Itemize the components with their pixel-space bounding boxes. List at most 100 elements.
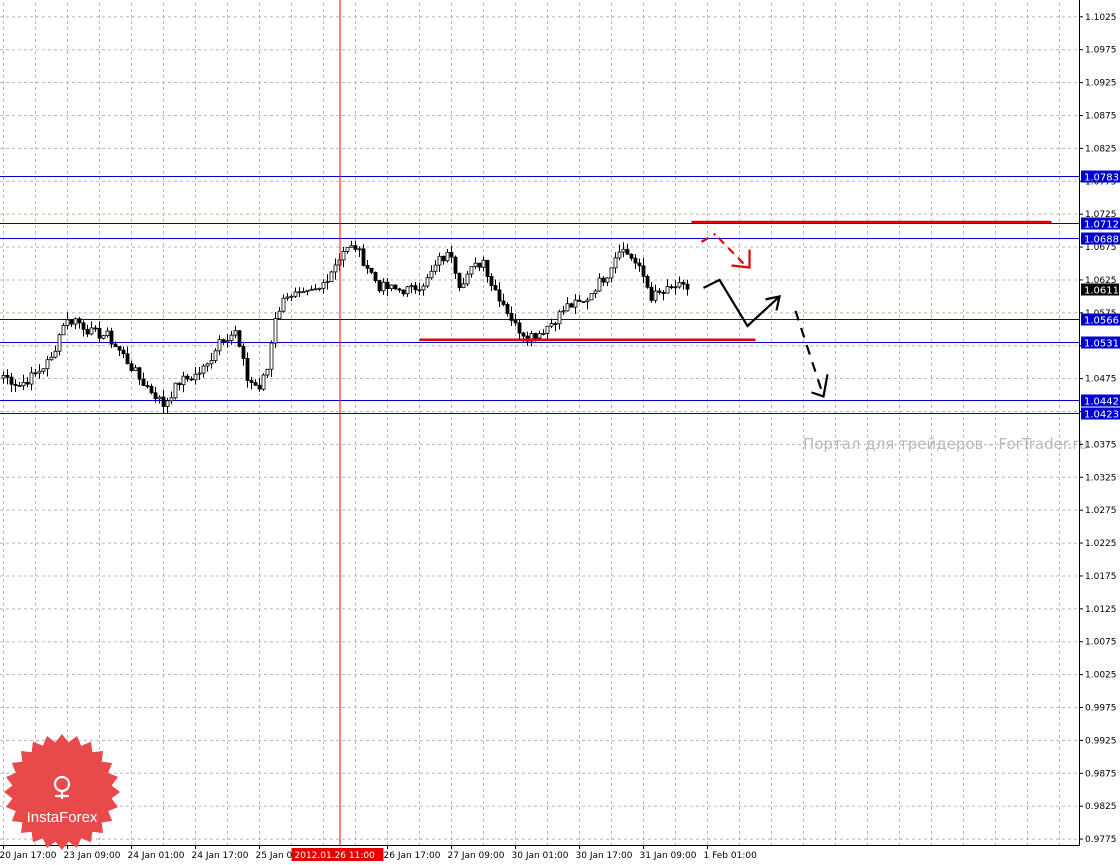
y-tick-label: 0.9775 bbox=[1085, 835, 1117, 845]
y-tick-label: 0.9825 bbox=[1085, 802, 1117, 812]
candle-body bbox=[541, 332, 546, 335]
candle-body bbox=[5, 375, 10, 378]
candle-body bbox=[405, 286, 410, 295]
candle-body bbox=[381, 281, 386, 292]
candle-body bbox=[329, 271, 334, 283]
candle-body bbox=[33, 372, 38, 375]
candle-body bbox=[621, 248, 626, 253]
y-tick-label: 1.0325 bbox=[1085, 473, 1117, 483]
candle-body bbox=[289, 295, 294, 298]
y-tick-label: 0.9975 bbox=[1085, 704, 1117, 714]
candle-body bbox=[353, 245, 358, 250]
candle-body bbox=[393, 284, 398, 290]
candle-body bbox=[317, 287, 322, 290]
candle-body bbox=[81, 322, 86, 330]
candle-body bbox=[345, 246, 350, 252]
candle-body bbox=[109, 330, 114, 345]
candle-body bbox=[469, 266, 474, 275]
instaforex-logo: InstaForex bbox=[4, 734, 120, 850]
candle-body bbox=[21, 381, 26, 387]
y-tick-label: 1.0825 bbox=[1085, 144, 1117, 154]
candle-body bbox=[409, 285, 414, 288]
level-label: 1.0423 bbox=[1084, 410, 1119, 421]
candle-body bbox=[441, 255, 446, 262]
candle-body bbox=[365, 264, 370, 269]
candle-body bbox=[569, 303, 574, 308]
candle-body bbox=[585, 299, 590, 302]
candle-body bbox=[77, 318, 82, 324]
candle-body bbox=[129, 363, 134, 371]
candle-body bbox=[533, 333, 538, 339]
candle-body bbox=[189, 378, 194, 381]
candle-body bbox=[521, 332, 526, 337]
candle-body bbox=[53, 350, 58, 358]
candle-body bbox=[549, 323, 554, 327]
candle-body bbox=[677, 282, 682, 288]
watermark-text: Портал для трейдеров - ForTrader.ru bbox=[803, 435, 1088, 453]
candle-body bbox=[517, 322, 522, 334]
candle-body bbox=[141, 378, 146, 386]
x-tick-label: 31 Jan 09:00 bbox=[640, 851, 697, 861]
candle-body bbox=[85, 328, 90, 335]
candle-body bbox=[685, 283, 690, 290]
candle-body bbox=[369, 267, 374, 273]
candle-body bbox=[669, 286, 674, 289]
candle-body bbox=[149, 385, 154, 394]
candle-body bbox=[449, 251, 454, 258]
candle-body bbox=[253, 382, 258, 386]
candle-body bbox=[625, 248, 630, 255]
candle-body bbox=[97, 328, 102, 339]
candle-body bbox=[637, 262, 642, 267]
candle-body bbox=[401, 289, 406, 295]
candle-body bbox=[177, 382, 182, 386]
candle-body bbox=[113, 343, 118, 347]
candle-body bbox=[233, 330, 238, 336]
candle-body bbox=[477, 262, 482, 268]
candle-body bbox=[105, 330, 110, 337]
y-tick-label: 1.0225 bbox=[1085, 539, 1117, 549]
candle-body bbox=[661, 292, 666, 294]
candle-body bbox=[313, 288, 318, 291]
candle-body bbox=[161, 396, 166, 407]
candle-body bbox=[137, 367, 142, 380]
candle-body bbox=[225, 340, 230, 343]
candle-body bbox=[245, 358, 250, 381]
candle-body bbox=[325, 281, 330, 284]
candle-body bbox=[453, 256, 458, 274]
y-tick-label: 1.0125 bbox=[1085, 605, 1117, 615]
candle-body bbox=[321, 282, 326, 289]
candle-body bbox=[341, 251, 346, 261]
candle-body bbox=[445, 251, 450, 262]
x-tick-label: 26 Jan 17:00 bbox=[384, 851, 441, 861]
candle-body bbox=[589, 293, 594, 301]
candle-body bbox=[249, 380, 254, 383]
candle-body bbox=[305, 289, 310, 292]
candle-body bbox=[69, 319, 74, 325]
candle-body bbox=[373, 272, 378, 281]
candle-body bbox=[573, 299, 578, 308]
candle-body bbox=[397, 288, 402, 291]
candle-body bbox=[613, 257, 618, 269]
y-tick-label: 1.0975 bbox=[1085, 46, 1117, 56]
candle-body bbox=[261, 374, 266, 390]
level-label: 1.0531 bbox=[1084, 339, 1119, 350]
candle-body bbox=[537, 333, 542, 339]
y-tick-label: 1.0275 bbox=[1085, 506, 1117, 516]
candle-body bbox=[565, 303, 570, 312]
candle-body bbox=[41, 368, 46, 372]
y-tick-label: 0.9925 bbox=[1085, 736, 1117, 746]
candle-body bbox=[269, 342, 274, 370]
candle-body bbox=[37, 370, 42, 374]
candle-body bbox=[509, 313, 514, 321]
candle-body bbox=[301, 291, 306, 293]
y-tick-label: 1.0475 bbox=[1085, 375, 1117, 385]
x-tick-label: 27 Jan 09:00 bbox=[448, 851, 505, 861]
candle-body bbox=[429, 270, 434, 279]
candle-body bbox=[229, 334, 234, 342]
candle-body bbox=[297, 291, 302, 294]
candle-body bbox=[157, 396, 162, 400]
candle-body bbox=[93, 327, 98, 330]
candle-body bbox=[557, 311, 562, 325]
candle-body bbox=[581, 301, 586, 303]
candle-body bbox=[201, 365, 206, 374]
